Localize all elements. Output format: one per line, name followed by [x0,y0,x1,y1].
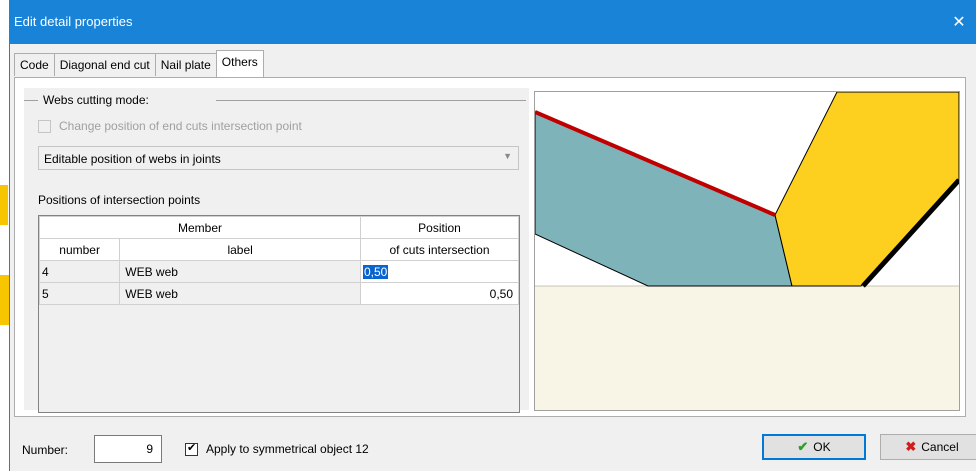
ok-label: OK [813,440,831,454]
table-row[interactable]: 4 WEB web 0,50 [38,260,519,283]
row-number: 4 [38,260,121,283]
row-position-value[interactable]: 0,50 [363,264,389,279]
window-title: Edit detail properties [14,14,133,29]
number-label: Number: [22,443,69,457]
preview-ground [535,286,959,410]
apply-symmetrical-checkbox[interactable]: ✔ [185,441,198,456]
position-header: Position [360,216,519,239]
number-header: number [38,238,121,261]
row-number: 5 [38,282,121,305]
preview-member [774,91,960,287]
webs-cutting-mode-legend: Webs cutting mode: [43,93,149,107]
background-mark [0,185,8,225]
tab-nail-plate[interactable]: Nail plate [154,53,217,76]
group-divider [216,100,526,101]
positions-label: Positions of intersection points [38,193,201,207]
group-divider [24,100,38,101]
row-position-value[interactable]: 0,50 [360,282,519,305]
row-label: WEB web [119,260,361,283]
cancel-button[interactable]: ✖ Cancel [880,434,976,460]
close-icon: ✖ [905,439,917,454]
footer-bar: Number: 9 ✔ Apply to symmetrical object … [10,420,976,471]
tab-diagonal-end-cut[interactable]: Diagonal end cut [53,53,156,76]
change-position-label: Change position of end cuts intersection… [59,119,302,133]
change-position-checkbox-row: Change position of end cuts intersection… [38,119,302,133]
cuts-header: of cuts intersection [360,238,519,261]
positions-grid[interactable]: Member Position number label of cuts int… [38,215,520,413]
cancel-label: Cancel [921,440,959,454]
close-icon[interactable]: ✕ [949,12,969,32]
member-header: Member [39,216,361,239]
check-icon: ✔ [797,439,809,454]
preview-drawing [534,91,961,410]
label-header: label [119,238,361,261]
apply-symmetrical-row[interactable]: ✔ Apply to symmetrical object 12 [185,442,369,456]
tab-bar: Code Diagonal end cut Nail plate Others [14,50,264,77]
tab-code[interactable]: Code [14,53,55,76]
row-position-cell[interactable]: 0,50 [360,260,519,283]
apply-symmetrical-label: Apply to symmetrical object 12 [206,442,369,456]
change-position-checkbox [38,119,51,133]
title-bar: Edit detail properties ✕ [10,0,976,44]
ok-button[interactable]: ✔ OK [762,434,866,460]
detail-preview [534,91,961,411]
webs-mode-select[interactable]: Editable position of webs in joints ▼ [38,146,519,170]
preview-web [534,111,793,287]
number-field[interactable]: 9 [94,435,162,463]
table-row[interactable]: 5 WEB web 0,50 [38,282,519,305]
settings-panel: Webs cutting mode: Change position of en… [24,88,529,413]
tab-others[interactable]: Others [215,50,264,77]
row-label: WEB web [119,282,361,305]
check-icon: ✔ [187,441,197,454]
edit-detail-dialog: Edit detail properties ✕ Code Diagonal e… [9,0,976,471]
chevron-down-icon: ▼ [503,151,512,161]
webs-mode-value: Editable position of webs in joints [44,152,221,166]
